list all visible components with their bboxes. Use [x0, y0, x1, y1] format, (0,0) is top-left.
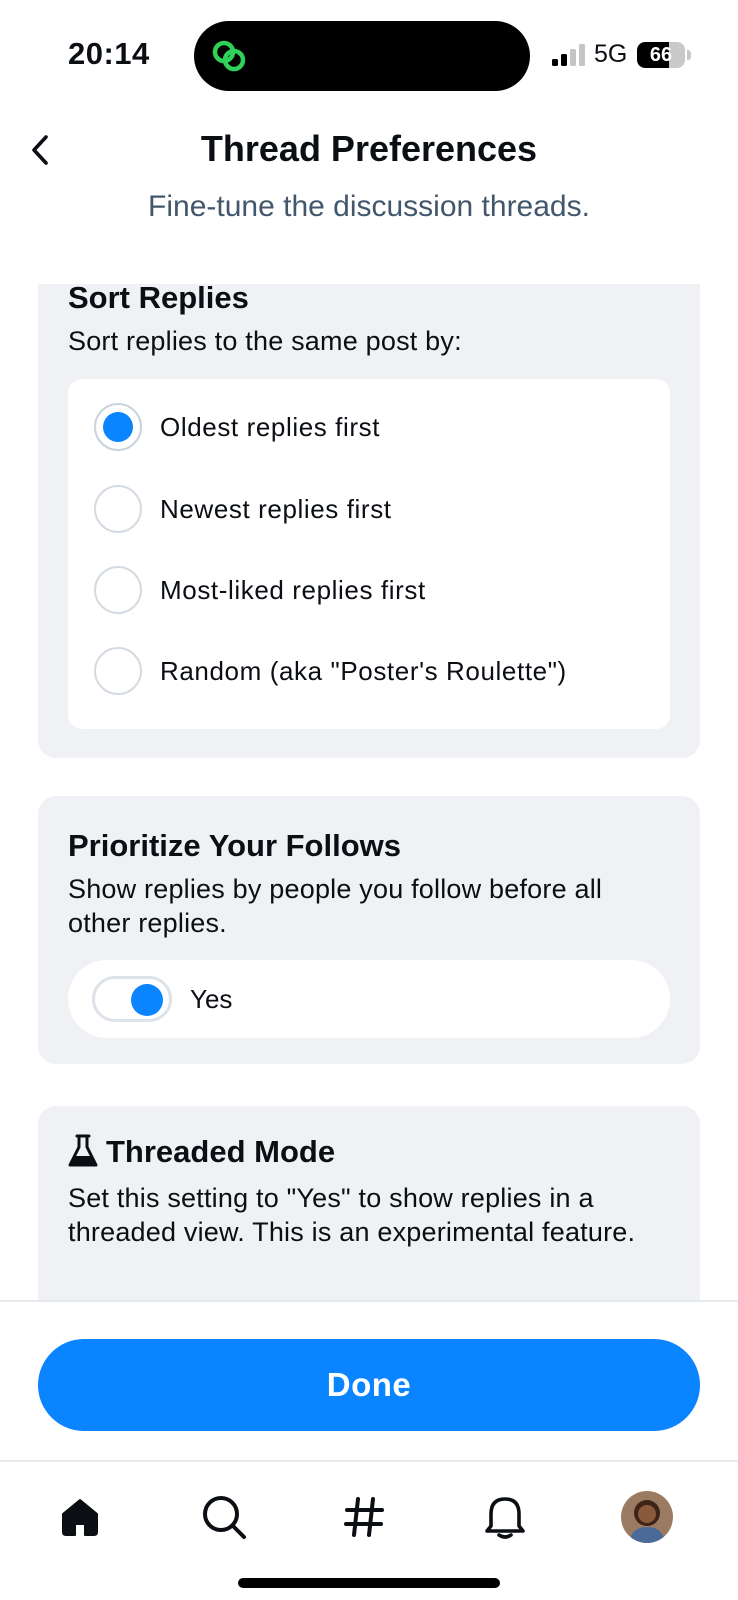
- footer-divider: [0, 1300, 738, 1302]
- status-bar: 20:14 5G 66: [0, 0, 738, 110]
- prioritize-follows-toggle-row[interactable]: Yes: [68, 960, 670, 1038]
- flask-icon: [68, 1134, 98, 1167]
- page-subtitle: Fine-tune the discussion threads.: [148, 190, 590, 223]
- signal-icon: [552, 44, 585, 66]
- home-indicator: [238, 1578, 500, 1588]
- threaded-mode-title: Threaded Mode: [106, 1134, 336, 1169]
- tab-home[interactable]: [40, 1482, 120, 1552]
- sort-option-label: Random (aka "Poster's Roulette"): [160, 655, 567, 686]
- prioritize-follows-card: Prioritize Your Follows Show replies by …: [38, 796, 700, 1064]
- prioritize-follows-description: Show replies by people you follow before…: [68, 874, 603, 938]
- tab-profile[interactable]: [607, 1482, 687, 1552]
- sort-options-group: Oldest replies first Newest replies firs…: [68, 379, 670, 729]
- battery-icon: 66: [637, 42, 685, 68]
- battery-cap: [687, 50, 691, 60]
- sort-option-newest[interactable]: Newest replies first: [68, 468, 670, 550]
- done-button[interactable]: Done: [38, 1339, 700, 1431]
- tab-notifications[interactable]: [465, 1482, 545, 1552]
- sort-option-label: Newest replies first: [160, 493, 392, 524]
- network-type: 5G: [594, 40, 628, 68]
- sort-option-label: Most-liked replies first: [160, 574, 426, 605]
- prioritize-follows-toggle[interactable]: [92, 976, 172, 1022]
- notifications-icon: [485, 1497, 525, 1539]
- tab-feeds[interactable]: [324, 1482, 404, 1552]
- sort-option-oldest[interactable]: Oldest replies first: [68, 386, 670, 468]
- radio-selected[interactable]: [94, 403, 142, 451]
- search-icon: [203, 1496, 246, 1539]
- page-title: Thread Preferences: [200, 128, 538, 169]
- radio-unselected[interactable]: [94, 566, 142, 614]
- sort-option-most-liked[interactable]: Most-liked replies first: [68, 549, 670, 631]
- prioritize-follows-title: Prioritize Your Follows: [68, 828, 402, 863]
- battery-level: 66: [649, 43, 673, 66]
- tab-bar: [0, 1462, 738, 1572]
- settings-scroll-area[interactable]: Sort Replies Sort replies to the same po…: [0, 284, 738, 1300]
- threads-app-icon: [212, 40, 246, 72]
- hashtag-icon: [344, 1497, 384, 1537]
- tab-search[interactable]: [184, 1482, 264, 1552]
- toggle-label: Yes: [190, 984, 233, 1014]
- dynamic-island: [194, 21, 530, 91]
- radio-dot: [103, 412, 133, 442]
- sort-replies-description: Sort replies to the same post by:: [68, 326, 462, 356]
- home-icon: [62, 1499, 98, 1536]
- toggle-knob: [131, 984, 163, 1016]
- status-time: 20:14: [68, 36, 150, 71]
- profile-avatar: [621, 1491, 673, 1543]
- radio-unselected[interactable]: [94, 485, 142, 533]
- threaded-mode-description: Set this setting to "Yes" to show replie…: [68, 1183, 636, 1247]
- sort-option-random[interactable]: Random (aka "Poster's Roulette"): [68, 630, 670, 712]
- sort-replies-title: Sort Replies: [68, 284, 249, 315]
- sort-replies-card: Sort Replies Sort replies to the same po…: [38, 284, 700, 758]
- sort-option-label: Oldest replies first: [160, 411, 381, 442]
- radio-unselected[interactable]: [94, 647, 142, 695]
- threaded-mode-card: Threaded Mode Set this setting to "Yes" …: [38, 1106, 700, 1300]
